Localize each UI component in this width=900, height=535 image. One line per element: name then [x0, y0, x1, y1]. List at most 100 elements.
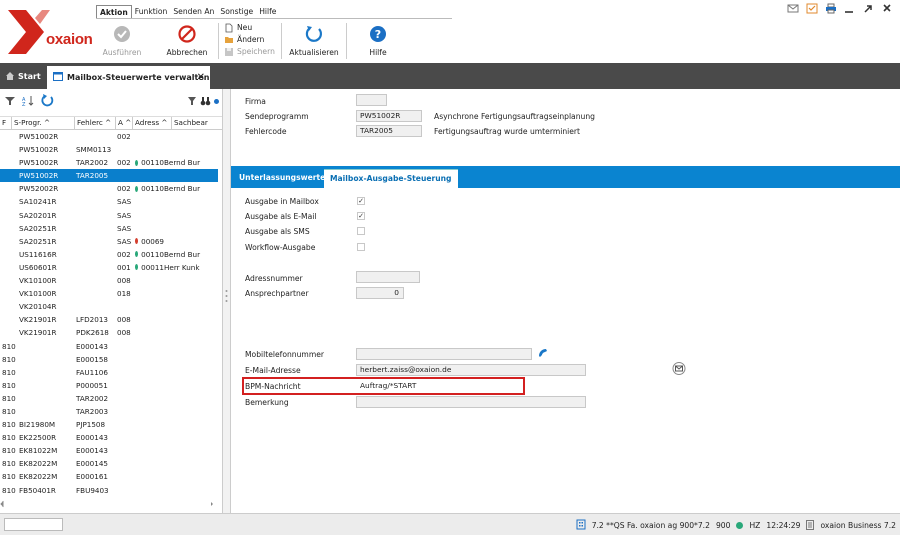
- table-row[interactable]: 810 TAR2002: [0, 392, 218, 405]
- filter-icon[interactable]: [4, 96, 16, 108]
- table-row[interactable]: 810 FAU1106: [0, 366, 218, 379]
- col-header-fehlercode[interactable]: Fehlerc ^: [75, 117, 116, 129]
- tab-mailbox-steuerwerte[interactable]: Mailbox-Steuerwerte verwalten ✕: [47, 66, 210, 89]
- table-row[interactable]: VK21901R PDK2618 008: [0, 326, 218, 339]
- col-header-s-progr[interactable]: S-Progr. ^: [12, 117, 75, 129]
- detail-pane: Firma Sendeprogramm PW51002R Asynchrone …: [231, 89, 900, 513]
- email-adresse-field[interactable]: herbert.zaiss@oxaion.de: [356, 364, 586, 376]
- neu-button[interactable]: Neu: [224, 21, 275, 33]
- table-cell: EK82022M: [19, 472, 58, 482]
- table-row[interactable]: PW51002R TAR2002 002 00110 Bernd Bur: [0, 156, 218, 169]
- logo-text: oxaion: [46, 31, 93, 48]
- col-header-f[interactable]: F: [0, 117, 12, 129]
- table-cell: [164, 169, 218, 182]
- ausgabe-mailbox-checkbox[interactable]: ✓: [357, 197, 365, 205]
- ausgabe-email-checkbox[interactable]: ✓: [357, 212, 365, 220]
- table-row[interactable]: 810 TAR2003: [0, 405, 218, 418]
- binoculars-icon[interactable]: [200, 96, 211, 108]
- fehlercode-field[interactable]: TAR2005: [356, 125, 422, 137]
- table-cell: [133, 313, 164, 326]
- sendeprogramm-description: Asynchrone Fertigungsauftragseinplanung: [434, 112, 595, 121]
- ansprechpartner-field[interactable]: 0: [356, 287, 404, 299]
- aendern-button[interactable]: Ändern: [224, 33, 275, 45]
- abbrechen-button[interactable]: Abbrechen: [164, 24, 210, 57]
- tab-close-icon[interactable]: ✕: [197, 72, 205, 83]
- tab-unterlassungswerte[interactable]: Unterlassungswerte: [233, 169, 331, 188]
- menu-senden-an[interactable]: Senden An: [170, 5, 217, 18]
- clear-filter-icon[interactable]: [187, 96, 197, 108]
- table-row[interactable]: US11616R 002 00110 Bernd Bur: [0, 248, 218, 261]
- table-row[interactable]: 810 E000143: [0, 340, 218, 353]
- maximize-arrow-icon[interactable]: [863, 3, 875, 14]
- table-row[interactable]: 810 EK82022M E000161: [0, 470, 218, 483]
- speichern-button[interactable]: Speichern: [224, 45, 275, 57]
- adressnummer-field[interactable]: [356, 271, 420, 283]
- table-row[interactable]: VK10100R 018: [0, 287, 218, 300]
- table-cell: [133, 300, 164, 313]
- table-row[interactable]: SA20251R SAS 00069: [0, 235, 218, 248]
- table-row[interactable]: SA20201R SAS: [0, 209, 218, 222]
- phone-icon[interactable]: [537, 347, 549, 361]
- table-row[interactable]: VK21901R LFD2013 008: [0, 313, 218, 326]
- table-row[interactable]: PW51002R SMM0113: [0, 143, 218, 156]
- table-row[interactable]: 810 BI21980M PJP1508: [0, 418, 218, 431]
- close-window-icon[interactable]: [882, 3, 894, 14]
- menu-aktion[interactable]: Aktion: [96, 5, 132, 18]
- sort-az-icon[interactable]: AZ: [22, 95, 36, 109]
- table-row[interactable]: 810 EK22500R E000143: [0, 431, 218, 444]
- table-cell: [0, 287, 18, 300]
- table-cell: 002: [117, 158, 131, 168]
- table-row[interactable]: PW52002R 002 00110 Bernd Bur: [0, 182, 218, 195]
- print-icon[interactable]: [825, 3, 837, 14]
- menu-hilfe[interactable]: Hilfe: [256, 5, 279, 18]
- status-online-dot: [736, 522, 744, 529]
- refresh-icon: [303, 24, 325, 44]
- table-row[interactable]: 810 EK82022M E000145: [0, 457, 218, 470]
- horizontal-scrollbar[interactable]: [0, 500, 218, 508]
- menu-funktion[interactable]: Funktion: [132, 5, 171, 18]
- table-row[interactable]: 810 EK81022M E000143: [0, 444, 218, 457]
- firma-field[interactable]: [356, 94, 387, 106]
- table-row[interactable]: PW51002R 002: [0, 130, 218, 143]
- col-header-sachbearbeiter[interactable]: Sachbear: [172, 117, 222, 129]
- col-header-adress[interactable]: Adress ^: [133, 117, 172, 129]
- tab-active-label: Mailbox-Steuerwerte verwalten: [67, 73, 210, 82]
- table-row[interactable]: VK10100R 008: [0, 274, 218, 287]
- mobiltelefon-field[interactable]: [356, 348, 532, 360]
- menu-sonstige[interactable]: Sonstige: [217, 5, 256, 18]
- list-refresh-icon[interactable]: [40, 94, 54, 109]
- table-row[interactable]: VK20104R: [0, 300, 218, 313]
- table-row[interactable]: 810 E000158: [0, 353, 218, 366]
- table-row[interactable]: SA20251R SAS: [0, 222, 218, 235]
- command-input[interactable]: [4, 518, 63, 531]
- aktualisieren-button[interactable]: Aktualisieren: [288, 24, 340, 57]
- hilfe-button[interactable]: ? Hilfe: [358, 24, 398, 57]
- mail-icon[interactable]: [787, 3, 799, 14]
- col-header-a[interactable]: A ^: [116, 117, 133, 129]
- table-row[interactable]: 810 FB50401R FBU9403: [0, 484, 218, 497]
- sendeprogramm-field[interactable]: PW51002R: [356, 110, 422, 122]
- bemerkung-field[interactable]: [356, 396, 586, 408]
- send-mail-icon[interactable]: [672, 362, 686, 377]
- ausfuehren-button[interactable]: Ausführen: [100, 24, 144, 57]
- table-row[interactable]: PW51002R TAR2005: [0, 169, 218, 183]
- ausgabe-sms-checkbox[interactable]: [357, 227, 365, 235]
- table-row[interactable]: US60601R 001 00011 Herr Kunk: [0, 261, 218, 274]
- table-cell: [0, 222, 18, 235]
- task-check-icon[interactable]: [806, 3, 818, 14]
- minimize-icon[interactable]: [844, 3, 856, 14]
- table-row[interactable]: SA10241R SAS: [0, 195, 218, 208]
- table-cell: Bernd Bur: [164, 158, 201, 168]
- table-cell: 810: [2, 380, 16, 390]
- oxaion-logo: oxaion: [4, 4, 93, 60]
- table-cell: [0, 130, 18, 143]
- table-cell: 810: [2, 433, 16, 443]
- workflow-ausgabe-checkbox[interactable]: [357, 243, 365, 251]
- window-icon: [53, 72, 63, 83]
- table-cell: [133, 195, 164, 208]
- tab-mailbox-ausgabe-steuerung[interactable]: Mailbox-Ausgabe-Steuerung: [324, 169, 458, 188]
- pane-splitter[interactable]: [222, 89, 231, 513]
- table-row[interactable]: 810 P000051: [0, 379, 218, 392]
- tab-start[interactable]: Start: [0, 63, 45, 89]
- table-cell: [116, 405, 133, 418]
